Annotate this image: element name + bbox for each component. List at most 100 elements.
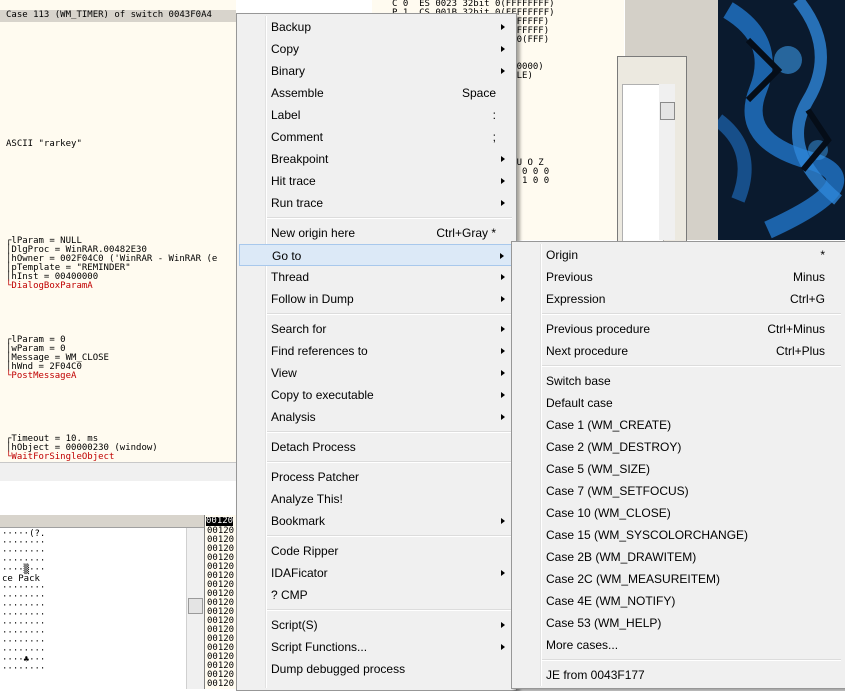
menu-separator xyxy=(267,313,512,315)
goto-item-case-10-wm-close[interactable]: Case 10 (WM_CLOSE) xyxy=(514,502,843,524)
disassembly-header-text: Case 113 (WM_TIMER) of switch 0043F0A4 xyxy=(6,10,212,20)
goto-item-case-2b-wm-drawitem[interactable]: Case 2B (WM_DRAWITEM) xyxy=(514,546,843,568)
menu-item-script-s[interactable]: Script(S) xyxy=(239,614,514,636)
menu-item-label: Go to xyxy=(272,249,302,263)
goto-submenu[interactable]: Origin * Previous Minus Expression Ctrl+G Prev… xyxy=(511,241,845,689)
menu-separator xyxy=(267,431,512,433)
menu-item-comment[interactable]: Comment; xyxy=(239,126,514,148)
menu-item-find-references-to[interactable]: Find references to xyxy=(239,340,514,362)
goto-item-more-cases[interactable]: More cases... xyxy=(514,634,843,656)
menu-separator xyxy=(542,659,841,661)
menu-item-label: Case 5 (WM_SIZE) xyxy=(546,462,651,476)
menu-item-go-to[interactable]: Go to xyxy=(239,244,514,266)
disassembly-horizontal-scrollbar[interactable] xyxy=(0,462,236,481)
menu-item-label: Backup xyxy=(271,20,312,34)
submenu-arrow-icon xyxy=(501,392,505,398)
goto-item-case-53-wm-help[interactable]: Case 53 (WM_HELP) xyxy=(514,612,843,634)
submenu-arrow-icon xyxy=(501,570,505,576)
menu-item-new-origin-here[interactable]: New origin here Ctrl+Gray * xyxy=(239,222,514,244)
menu-item-copy-to-executable[interactable]: Copy to executable xyxy=(239,384,514,406)
menu-item-label: Thread xyxy=(271,270,310,284)
menu-item-backup[interactable]: Backup xyxy=(239,16,514,38)
submenu-arrow-icon xyxy=(501,200,505,206)
disassembly-pane[interactable] xyxy=(0,0,236,470)
menu-item-bookmark[interactable]: Bookmark xyxy=(239,510,514,532)
menu-item-analysis[interactable]: Analysis xyxy=(239,406,514,428)
menu-item-assemble[interactable]: Assemble Space xyxy=(239,82,514,104)
menu-item-label: Analyze This! xyxy=(271,492,343,506)
menu-item-search-for[interactable]: Search for xyxy=(239,318,514,340)
menu-item-label: Copy xyxy=(271,42,300,56)
menu-item-label[interactable]: Label: xyxy=(239,104,514,126)
menu-item-shortcut: ; xyxy=(492,130,496,144)
menu-item-label: Detach Process xyxy=(271,440,356,454)
menu-item-analyze-this[interactable]: Analyze This! xyxy=(239,488,514,510)
goto-item-case-15-wm-syscolorchange[interactable]: Case 15 (WM_SYSCOLORCHANGE) xyxy=(514,524,843,546)
menu-item-shortcut: Space xyxy=(461,86,496,100)
menu-item-label: Dump debugged process xyxy=(271,662,406,676)
menu-item-shortcut: Ctrl+Gray * xyxy=(436,226,496,240)
menu-item-label: Case 7 (WM_SETFOCUS) xyxy=(546,484,689,498)
goto-item-previous-procedure[interactable]: Previous procedure Ctrl+Minus xyxy=(514,318,843,340)
goto-item-origin[interactable]: Origin * xyxy=(514,244,843,266)
goto-item-expression[interactable]: Expression Ctrl+G xyxy=(514,288,843,310)
menu-item-label: Case 2 (WM_DESTROY) xyxy=(546,440,682,454)
goto-item-case-2c-wm-measureitem[interactable]: Case 2C (WM_MEASUREITEM) xyxy=(514,568,843,590)
menu-item-idaficator[interactable]: IDAFicator xyxy=(239,562,514,584)
menu-item-shortcut: Ctrl+Minus xyxy=(767,322,825,336)
menu-item-shortcut: Ctrl+Plus xyxy=(775,344,825,358)
menu-item-label: View xyxy=(271,366,297,380)
menu-separator xyxy=(542,365,841,367)
child-window-scroll-thumb[interactable] xyxy=(660,102,675,120)
menu-item-label: Case 4E (WM_NOTIFY) xyxy=(546,594,676,608)
submenu-arrow-icon xyxy=(501,46,505,52)
goto-item-case-7-wm-setfocus[interactable]: Case 7 (WM_SETFOCUS) xyxy=(514,480,843,502)
submenu-arrow-icon xyxy=(501,370,505,376)
submenu-arrow-icon xyxy=(501,348,505,354)
menu-item-dump-debugged-process[interactable]: Dump debugged process xyxy=(239,658,514,680)
menu-item-hit-trace[interactable]: Hit trace xyxy=(239,170,514,192)
submenu-arrow-icon xyxy=(501,644,505,650)
menu-item-label: Default case xyxy=(546,396,613,410)
context-menu[interactable]: Backup Copy Binary Assemble Space Label: Comme… xyxy=(236,13,517,691)
goto-item-je-from-0043f177[interactable]: JE from 0043F177 xyxy=(514,664,843,686)
menu-item-follow-in-dump[interactable]: Follow in Dump xyxy=(239,288,514,310)
menu-item-label: Case 53 (WM_HELP) xyxy=(546,616,662,630)
goto-item-case-2-wm-destroy[interactable]: Case 2 (WM_DESTROY) xyxy=(514,436,843,458)
menu-item-shortcut: Ctrl+G xyxy=(789,292,825,306)
menu-item-thread[interactable]: Thread xyxy=(239,266,514,288)
goto-item-case-4e-wm-notify[interactable]: Case 4E (WM_NOTIFY) xyxy=(514,590,843,612)
menu-item-label: Comment xyxy=(271,130,324,144)
menu-item-label: Copy to executable xyxy=(271,388,374,402)
disassembly-selected-line[interactable]: Case 113 (WM_TIMER) of switch 0043F0A4 xyxy=(0,10,236,22)
menu-item-run-trace[interactable]: Run trace xyxy=(239,192,514,214)
goto-item-default-case[interactable]: Default case xyxy=(514,392,843,414)
menu-item-binary[interactable]: Binary xyxy=(239,60,514,82)
goto-item-case-1-wm-create[interactable]: Case 1 (WM_CREATE) xyxy=(514,414,843,436)
goto-item-next-procedure[interactable]: Next procedure Ctrl+Plus xyxy=(514,340,843,362)
menu-item-shortcut: Minus xyxy=(792,270,825,284)
goto-item-switch-base[interactable]: Switch base xyxy=(514,370,843,392)
goto-item-previous[interactable]: Previous Minus xyxy=(514,266,843,288)
menu-item-label: Process Patcher xyxy=(271,470,360,484)
menu-item-view[interactable]: View xyxy=(239,362,514,384)
menu-item-label: Script(S) xyxy=(271,618,318,632)
goto-item-case-5-wm-size[interactable]: Case 5 (WM_SIZE) xyxy=(514,458,843,480)
menu-item-label: Analysis xyxy=(271,410,316,424)
menu-item-breakpoint[interactable]: Breakpoint xyxy=(239,148,514,170)
menu-item-label: Origin xyxy=(546,248,579,262)
menu-item-label: Previous xyxy=(546,270,593,284)
menu-item-detach-process[interactable]: Detach Process xyxy=(239,436,514,458)
dump-scroll-thumb[interactable] xyxy=(188,598,203,614)
menu-item-copy[interactable]: Copy xyxy=(239,38,514,60)
menu-item-code-ripper[interactable]: Code Ripper xyxy=(239,540,514,562)
menu-item-label: Search for xyxy=(271,322,327,336)
menu-item-process-patcher[interactable]: Process Patcher xyxy=(239,466,514,488)
menu-item-cmp[interactable]: ? CMP xyxy=(239,584,514,606)
menu-item-label: Assemble xyxy=(271,86,324,100)
submenu-arrow-icon xyxy=(501,414,505,420)
menu-item-script-functions[interactable]: Script Functions... xyxy=(239,636,514,658)
stack-selected-address[interactable]: 00120 xyxy=(206,517,234,526)
stack-address[interactable]: 00120 xyxy=(207,680,234,689)
menu-item-label: IDAFicator xyxy=(271,566,328,580)
